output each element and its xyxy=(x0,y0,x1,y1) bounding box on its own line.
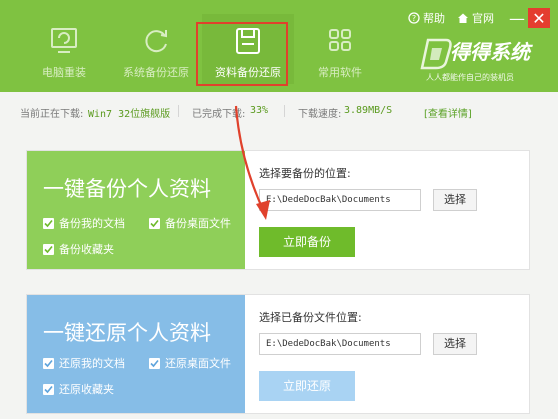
speed-value: 3.89MB/S xyxy=(344,105,393,116)
tab-system-backup-restore[interactable]: 系统备份还原 xyxy=(110,14,202,84)
brand-logo: 得得系统 人人都能作自己的装机员 xyxy=(420,34,548,84)
app-window: 电脑重装 系统备份还原 资料备份还原 常用软件 ? 帮助 官网 — ✕ 得得系统… xyxy=(0,0,558,419)
svg-text:?: ? xyxy=(412,14,416,23)
divider xyxy=(178,105,179,117)
grid-icon xyxy=(329,29,351,51)
restore-location-label: 选择已备份文件位置: xyxy=(259,311,362,324)
tab-label: 常用软件 xyxy=(318,66,362,79)
highlight-box xyxy=(196,22,288,86)
divider xyxy=(284,105,285,117)
help-link[interactable]: ? 帮助 xyxy=(408,10,445,26)
monitor-icon xyxy=(51,28,77,53)
backup-favorites-checkbox[interactable]: 备份收藏夹 xyxy=(43,241,114,257)
completed-value: 33% xyxy=(250,105,269,116)
restore-browse-button[interactable]: 选择 xyxy=(433,333,477,355)
restore-favorites-checkbox[interactable]: 还原收藏夹 xyxy=(43,381,114,397)
backup-browse-button[interactable]: 选择 xyxy=(433,189,477,211)
checkbox-label: 还原我的文档 xyxy=(59,357,125,370)
completed-label: 已完成下载: xyxy=(192,109,246,120)
restore-options: 选择已备份文件位置: E:\DedeDocBak\Documents 选择 立即… xyxy=(257,295,529,413)
download-status-bar: 当前正在下载: Win7 32位旗舰版 已完成下载: 33% 下载速度: 3.8… xyxy=(0,100,558,122)
checkbox-checked-icon xyxy=(43,357,54,369)
logo-text: 得得系统 xyxy=(450,40,530,64)
window-controls: ? 帮助 官网 — ✕ xyxy=(408,8,550,28)
website-label: 官网 xyxy=(472,12,494,25)
backup-now-button[interactable]: 立即备份 xyxy=(259,227,355,257)
tab-label: 系统备份还原 xyxy=(123,66,189,79)
backup-options: 选择要备份的位置: E:\DedeDocBak\Documents 选择 立即备… xyxy=(257,151,529,269)
close-button[interactable]: ✕ xyxy=(528,8,550,28)
details-link[interactable]: [查看详情] xyxy=(424,105,472,120)
minimize-button[interactable]: — xyxy=(506,8,528,28)
backup-documents-checkbox[interactable]: 备份我的文档 xyxy=(43,215,125,231)
help-icon: ? xyxy=(408,12,420,24)
checkbox-checked-icon xyxy=(149,217,160,229)
logo-mark-icon xyxy=(420,38,452,70)
tab-pc-reinstall[interactable]: 电脑重装 xyxy=(18,14,110,84)
backup-desktop-checkbox[interactable]: 备份桌面文件 xyxy=(149,215,231,231)
backup-title: 一键备份个人资料 xyxy=(43,177,211,201)
restore-path-input[interactable]: E:\DedeDocBak\Documents xyxy=(259,333,421,355)
checkbox-label: 备份我的文档 xyxy=(59,217,125,230)
tab-common-software[interactable]: 常用软件 xyxy=(294,14,386,84)
home-icon xyxy=(458,13,468,23)
checkbox-label: 还原收藏夹 xyxy=(59,383,114,396)
logo-slogan: 人人都能作自己的装机员 xyxy=(426,73,514,82)
backup-path-input[interactable]: E:\DedeDocBak\Documents xyxy=(259,189,421,211)
help-label: 帮助 xyxy=(423,12,445,25)
checkbox-label: 备份桌面文件 xyxy=(165,217,231,230)
downloading-label: 当前正在下载: xyxy=(20,109,84,120)
backup-location-label: 选择要备份的位置: xyxy=(259,167,351,180)
checkbox-checked-icon xyxy=(43,243,54,255)
checkbox-checked-icon xyxy=(43,383,54,395)
backup-panel: 一键备份个人资料 备份我的文档 备份桌面文件 备份收藏夹 选择要备份的位置: E… xyxy=(26,150,530,270)
header-bar: 电脑重装 系统备份还原 资料备份还原 常用软件 ? 帮助 官网 — ✕ 得得系统… xyxy=(0,0,558,92)
checkbox-label: 备份收藏夹 xyxy=(59,243,114,256)
tab-label: 电脑重装 xyxy=(42,66,86,79)
restore-desktop-checkbox[interactable]: 还原桌面文件 xyxy=(149,355,231,371)
restore-documents-checkbox[interactable]: 还原我的文档 xyxy=(43,355,125,371)
refresh-icon xyxy=(145,30,167,53)
checkbox-checked-icon xyxy=(149,357,160,369)
restore-now-button[interactable]: 立即还原 xyxy=(259,371,355,401)
restore-card: 一键还原个人资料 还原我的文档 还原桌面文件 还原收藏夹 xyxy=(27,295,245,413)
restore-title: 一键还原个人资料 xyxy=(43,321,211,345)
downloading-value: Win7 32位旗舰版 xyxy=(88,109,171,120)
backup-card: 一键备份个人资料 备份我的文档 备份桌面文件 备份收藏夹 xyxy=(27,151,245,269)
speed-label: 下载速度: xyxy=(298,109,342,120)
website-link[interactable]: 官网 xyxy=(457,10,494,26)
restore-panel: 一键还原个人资料 还原我的文档 还原桌面文件 还原收藏夹 选择已备份文件位置: … xyxy=(26,294,530,414)
checkbox-checked-icon xyxy=(43,217,54,229)
checkbox-label: 还原桌面文件 xyxy=(165,357,231,370)
